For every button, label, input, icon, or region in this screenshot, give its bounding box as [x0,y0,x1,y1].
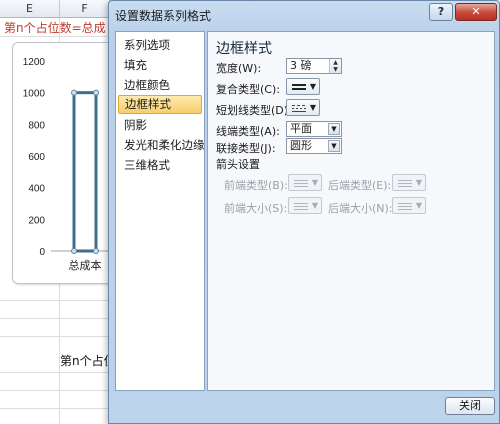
close-window-button[interactable]: ✕ [455,3,497,21]
join-type-select[interactable]: 圆形 ▼ [286,138,342,154]
dialog-title-bar[interactable]: 设置数据系列格式 ? ✕ [109,1,499,27]
gridline [0,336,110,337]
help-button[interactable]: ? [429,3,453,21]
width-spinner[interactable]: 3 磅 ▲ ▼ [286,58,342,74]
y-tick-label: 0 [39,247,45,258]
y-tick-label: 1200 [23,57,46,68]
compound-type-dropdown[interactable]: ▼ [286,78,320,95]
nav-item-series-options[interactable]: 系列选项 [118,36,202,55]
y-tick-label: 400 [28,184,45,195]
chevron-down-icon: ▼ [311,178,318,187]
format-data-series-dialog: 设置数据系列格式 ? ✕ 系列选项 填充 边框颜色 边框样式 阴影 发光和柔化边… [108,0,500,424]
begin-size-dropdown[interactable]: ▼ [288,197,322,214]
cap-type-value: 平面 [290,122,312,135]
end-size-dropdown[interactable]: ▼ [392,197,426,214]
end-type-dropdown[interactable]: ▼ [392,174,426,191]
close-button[interactable]: 关闭 [445,397,495,415]
selection-handle[interactable] [93,248,99,254]
width-label: 宽度(W): [216,62,262,75]
join-type-label: 联接类型(J): [216,142,276,155]
nav-item-glow-soft-edges[interactable]: 发光和柔化边缘 [118,136,205,155]
bar-chart: 1200 1000 800 600 400 200 0 总成本 [23,57,119,272]
arrow-type-icon [398,180,412,187]
chevron-down-icon: ▼ [415,201,422,210]
gridline [0,36,110,37]
y-tick-label: 800 [28,120,45,131]
gridline [0,372,110,373]
formula-cell-text[interactable]: 第n个占位数=总成 [4,19,106,36]
y-tick-label: 200 [28,215,45,226]
y-tick-label: 1000 [23,89,46,100]
chevron-down-icon: ▼ [415,178,422,187]
chart-area[interactable]: 1200 1000 800 600 400 200 0 总成本 [12,42,122,284]
selection-handle[interactable] [71,248,77,254]
arrow-size-icon [294,203,308,210]
dialog-title: 设置数据系列格式 [115,9,212,23]
chevron-down-icon: ▼ [309,103,316,112]
nav-item-shadow[interactable]: 阴影 [118,116,202,135]
gridline [0,408,110,409]
compound-type-label: 复合类型(C): [216,83,280,96]
nav-item-3d-format[interactable]: 三维格式 [118,156,202,175]
chevron-down-icon: ▼ [309,82,316,91]
end-type-label: 后端类型(E): [328,179,392,192]
begin-type-label: 前端类型(B): [224,179,288,192]
arrow-size-icon [398,203,412,210]
category-list: 系列选项 填充 边框颜色 边框样式 阴影 发光和柔化边缘 三维格式 [115,31,205,391]
chevron-down-icon[interactable]: ▼ [328,123,340,135]
width-value: 3 磅 [290,59,312,72]
end-size-label: 后端大小(N): [328,202,393,215]
selection-handle[interactable] [93,89,99,96]
selection-handle[interactable] [71,89,77,96]
bar-0[interactable] [72,91,98,253]
x-category-label: 总成本 [69,258,102,272]
arrow-settings-heading: 箭头设置 [216,158,260,171]
panel-heading: 边框样式 [216,41,272,57]
column-header-f[interactable]: F [60,0,110,18]
cap-type-select[interactable]: 平面 ▼ [286,121,342,137]
arrow-type-icon [294,180,308,187]
begin-size-label: 前端大小(S): [224,202,288,215]
nav-item-border-styles[interactable]: 边框样式 [118,95,202,114]
gridline [0,318,110,319]
chevron-down-icon: ▼ [311,201,318,210]
column-header-e[interactable]: E [0,0,60,18]
nav-item-border-color[interactable]: 边框颜色 [118,76,202,95]
chevron-down-icon[interactable]: ▼ [328,140,340,152]
border-styles-panel: 边框样式 宽度(W): 3 磅 ▲ ▼ 复合类型(C): ▼ 短划线类型(D): … [207,31,495,391]
cap-type-label: 线端类型(A): [216,125,280,138]
dash-type-dropdown[interactable]: ▼ [286,99,320,116]
double-line-icon [292,84,306,90]
y-tick-label: 600 [28,152,45,163]
join-type-value: 圆形 [290,139,312,152]
nav-item-fill[interactable]: 填充 [118,56,202,75]
dashed-line-icon [292,105,306,112]
gridline [0,390,110,391]
spin-arrows-icon[interactable]: ▲ ▼ [329,59,341,73]
begin-type-dropdown[interactable]: ▼ [288,174,322,191]
gridline [0,300,110,301]
dash-type-label: 短划线类型(D): [216,104,292,117]
